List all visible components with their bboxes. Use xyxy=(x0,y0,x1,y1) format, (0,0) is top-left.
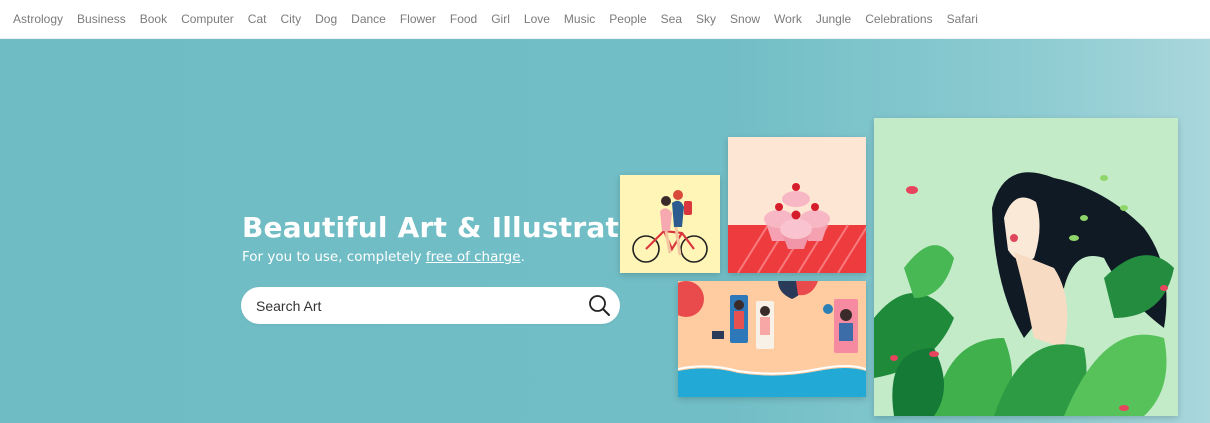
nav-category-city[interactable]: City xyxy=(280,0,301,39)
nav-category-celebrations[interactable]: Celebrations xyxy=(865,0,932,39)
nav-category-book[interactable]: Book xyxy=(140,0,167,39)
search-input[interactable] xyxy=(256,297,576,314)
hero-subtitle-text: For you to use, completely xyxy=(242,249,426,265)
nav-category-music[interactable]: Music xyxy=(564,0,595,39)
hero-banner: Beautiful Art & Illustration For you to … xyxy=(0,39,1210,423)
nav-category-dog[interactable]: Dog xyxy=(315,0,337,39)
nav-category-food[interactable]: Food xyxy=(450,0,477,39)
nav-category-safari[interactable]: Safari xyxy=(947,0,978,39)
nav-category-business[interactable]: Business xyxy=(77,0,126,39)
nav-category-jungle[interactable]: Jungle xyxy=(816,0,851,39)
nav-category-dance[interactable]: Dance xyxy=(351,0,386,39)
nav-category-computer[interactable]: Computer xyxy=(181,0,234,39)
beach-illustration[interactable] xyxy=(678,281,866,397)
hero-subtitle-period: . xyxy=(520,249,525,265)
nav-category-love[interactable]: Love xyxy=(524,0,550,39)
bicycle-couple-illustration[interactable] xyxy=(620,175,720,273)
nav-category-astrology[interactable]: Astrology xyxy=(13,0,63,39)
girl-in-leaves-illustration[interactable] xyxy=(874,118,1178,416)
nav-category-sky[interactable]: Sky xyxy=(696,0,716,39)
nav-category-sea[interactable]: Sea xyxy=(661,0,682,39)
nav-category-work[interactable]: Work xyxy=(774,0,802,39)
search-icon[interactable] xyxy=(588,294,611,317)
hero-title: Beautiful Art & Illustration xyxy=(242,211,669,244)
nav-category-flower[interactable]: Flower xyxy=(400,0,436,39)
category-nav: Astrology Business Book Computer Cat Cit… xyxy=(0,0,1210,39)
nav-category-people[interactable]: People xyxy=(609,0,646,39)
nav-category-girl[interactable]: Girl xyxy=(491,0,510,39)
nav-category-cat[interactable]: Cat xyxy=(248,0,267,39)
cupcakes-illustration[interactable] xyxy=(728,137,866,273)
free-of-charge-link[interactable]: free of charge xyxy=(426,249,521,265)
search-bar xyxy=(241,287,620,324)
hero-subtitle: For you to use, completely free of charg… xyxy=(242,249,525,265)
nav-category-snow[interactable]: Snow xyxy=(730,0,760,39)
